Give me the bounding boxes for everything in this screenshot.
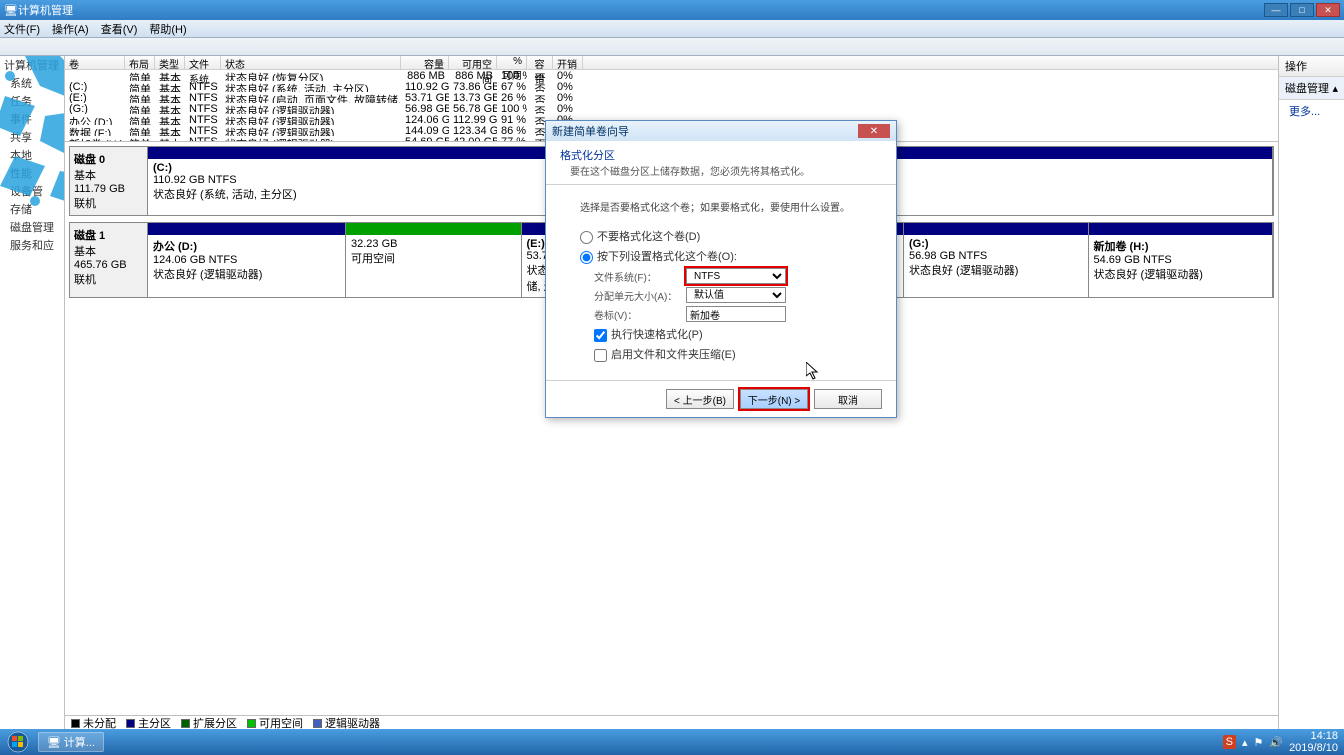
- start-button[interactable]: [0, 729, 36, 755]
- legend-logical: 逻辑驱动器: [325, 718, 380, 730]
- col-type[interactable]: 类型: [155, 56, 185, 69]
- volume-row[interactable]: 简单基本状态良好 (恢复分区)886 MB886 MB100 %否0%: [65, 70, 1278, 81]
- tree-item[interactable]: 性能: [0, 164, 64, 182]
- disk-label[interactable]: 磁盘 1基本465.76 GB联机: [70, 223, 148, 297]
- maximize-button[interactable]: □: [1290, 3, 1314, 17]
- legend-extended: 扩展分区: [193, 718, 237, 730]
- wizard-subheading: 要在这个磁盘分区上储存数据，您必须先将其格式化。: [560, 163, 882, 178]
- actions-header: 操作: [1279, 56, 1344, 77]
- actions-section[interactable]: 磁盘管理 ▴: [1279, 77, 1344, 100]
- legend-primary: 主分区: [138, 718, 171, 730]
- tree-item[interactable]: 系统: [0, 74, 64, 92]
- cancel-button[interactable]: 取消: [814, 389, 882, 409]
- tray-flag-icon[interactable]: ⚑: [1253, 736, 1263, 749]
- tree-item[interactable]: 设备管: [0, 182, 64, 200]
- actions-more[interactable]: 更多...: [1279, 100, 1344, 122]
- col-filesystem[interactable]: 文件系统: [185, 56, 221, 69]
- tray-chevron-icon[interactable]: ▴: [1242, 736, 1248, 749]
- wizard-title: 新建简单卷向导: [552, 123, 858, 139]
- partition[interactable]: (G:)56.98 GB NTFS状态良好 (逻辑驱动器): [904, 223, 1089, 297]
- app-icon: 🖥: [4, 4, 18, 17]
- disk-label[interactable]: 磁盘 0基本111.79 GB联机: [70, 147, 148, 215]
- tree-item[interactable]: 事件: [0, 110, 64, 128]
- col-layout[interactable]: 布局: [125, 56, 155, 69]
- volume-row[interactable]: (E:)简单基本NTFS状态良好 (启动, 页面文件, 故障转储, 逻辑驱动器)…: [65, 92, 1278, 103]
- legend-unallocated: 未分配: [83, 718, 116, 730]
- radio-format[interactable]: 按下列设置格式化这个卷(O):: [580, 248, 862, 264]
- partition[interactable]: 新加卷 (H:)54.69 GB NTFS状态良好 (逻辑驱动器): [1089, 223, 1274, 297]
- volume-row[interactable]: (C:)简单基本NTFS状态良好 (系统, 活动, 主分区)110.92 GB7…: [65, 81, 1278, 92]
- wizard-close-button[interactable]: ✕: [858, 124, 890, 138]
- col-percent[interactable]: % 可用: [497, 56, 527, 69]
- menu-action[interactable]: 操作(A): [52, 21, 89, 37]
- legend-free: 可用空间: [259, 718, 303, 730]
- col-overhead[interactable]: 开销: [553, 56, 583, 69]
- taskbar[interactable]: 🖥 计算... S ▴ ⚑ 🔊 14:18 2019/8/10: [0, 729, 1344, 755]
- partition[interactable]: 32.23 GB可用空间: [346, 223, 522, 297]
- tray-clock[interactable]: 14:18 2019/8/10: [1289, 730, 1338, 754]
- back-button[interactable]: < 上一步(B): [666, 389, 734, 409]
- new-volume-wizard: 新建简单卷向导 ✕ 格式化分区 要在这个磁盘分区上储存数据，您必须先将其格式化。…: [545, 120, 897, 418]
- toolbar: [0, 38, 1344, 56]
- wizard-intro: 选择是否要格式化这个卷；如果要格式化，要使用什么设置。: [580, 199, 862, 214]
- partition[interactable]: 办公 (D:)124.06 GB NTFS状态良好 (逻辑驱动器): [148, 223, 346, 297]
- menu-help[interactable]: 帮助(H): [149, 21, 186, 37]
- tree-root[interactable]: 计算机管理: [0, 56, 64, 74]
- minimize-button[interactable]: —: [1264, 3, 1288, 17]
- wizard-titlebar[interactable]: 新建简单卷向导 ✕: [546, 121, 896, 141]
- wizard-heading: 格式化分区: [560, 147, 882, 163]
- col-status[interactable]: 状态: [221, 56, 401, 69]
- volume-row[interactable]: (G:)简单基本NTFS状态良好 (逻辑驱动器)56.98 GB56.78 GB…: [65, 103, 1278, 114]
- volume-list-header: 卷 布局 类型 文件系统 状态 容量 可用空间 % 可用 容错 开销: [65, 56, 1278, 70]
- actions-panel: 操作 磁盘管理 ▴ 更多...: [1278, 56, 1344, 729]
- chevron-up-icon: ▴: [1332, 82, 1338, 95]
- system-tray[interactable]: S ▴ ⚑ 🔊 14:18 2019/8/10: [1217, 730, 1344, 754]
- tree-item[interactable]: 本地: [0, 146, 64, 164]
- volume-label-label: 卷标(V)：: [594, 307, 686, 322]
- checkbox-quick-format[interactable]: 执行快速格式化(P): [594, 326, 862, 342]
- tree-item[interactable]: 存储: [0, 200, 64, 218]
- next-button[interactable]: 下一步(N) >: [740, 389, 808, 409]
- tree-item[interactable]: 共享: [0, 128, 64, 146]
- window-title: 计算机管理: [18, 2, 1264, 18]
- volume-label-input[interactable]: [686, 306, 786, 322]
- radio-no-format[interactable]: 不要格式化这个卷(D): [580, 228, 862, 244]
- tray-volume-icon[interactable]: 🔊: [1269, 736, 1283, 749]
- au-label: 分配单元大小(A)：: [594, 288, 686, 303]
- filesystem-select[interactable]: NTFS: [686, 268, 786, 284]
- menu-file[interactable]: 文件(F): [4, 21, 40, 37]
- tray-ime-icon[interactable]: S: [1223, 735, 1236, 749]
- col-volume[interactable]: 卷: [65, 56, 125, 69]
- taskbar-item-app[interactable]: 🖥 计算...: [38, 732, 104, 752]
- menu-view[interactable]: 查看(V): [101, 21, 138, 37]
- menu-bar: 文件(F) 操作(A) 查看(V) 帮助(H): [0, 20, 1344, 38]
- col-fault[interactable]: 容错: [527, 56, 553, 69]
- close-button[interactable]: ✕: [1316, 3, 1340, 17]
- legend: 未分配 主分区 扩展分区 可用空间 逻辑驱动器: [65, 715, 1278, 729]
- tree-item[interactable]: 任务: [0, 92, 64, 110]
- col-capacity[interactable]: 容量: [401, 56, 449, 69]
- tree-item[interactable]: 服务和应: [0, 236, 64, 254]
- allocation-unit-select[interactable]: 默认值: [686, 287, 786, 303]
- tree-item[interactable]: 磁盘管理: [0, 218, 64, 236]
- monitor-icon: 🖥: [47, 736, 61, 749]
- fs-label: 文件系统(F)：: [594, 269, 686, 284]
- checkbox-compression[interactable]: 启用文件和文件夹压缩(E): [594, 346, 862, 362]
- col-free[interactable]: 可用空间: [449, 56, 497, 69]
- window-titlebar: 🖥 计算机管理 — □ ✕: [0, 0, 1344, 20]
- nav-tree[interactable]: 计算机管理 系统任务事件共享本地性能设备管存储磁盘管理服务和应: [0, 56, 65, 729]
